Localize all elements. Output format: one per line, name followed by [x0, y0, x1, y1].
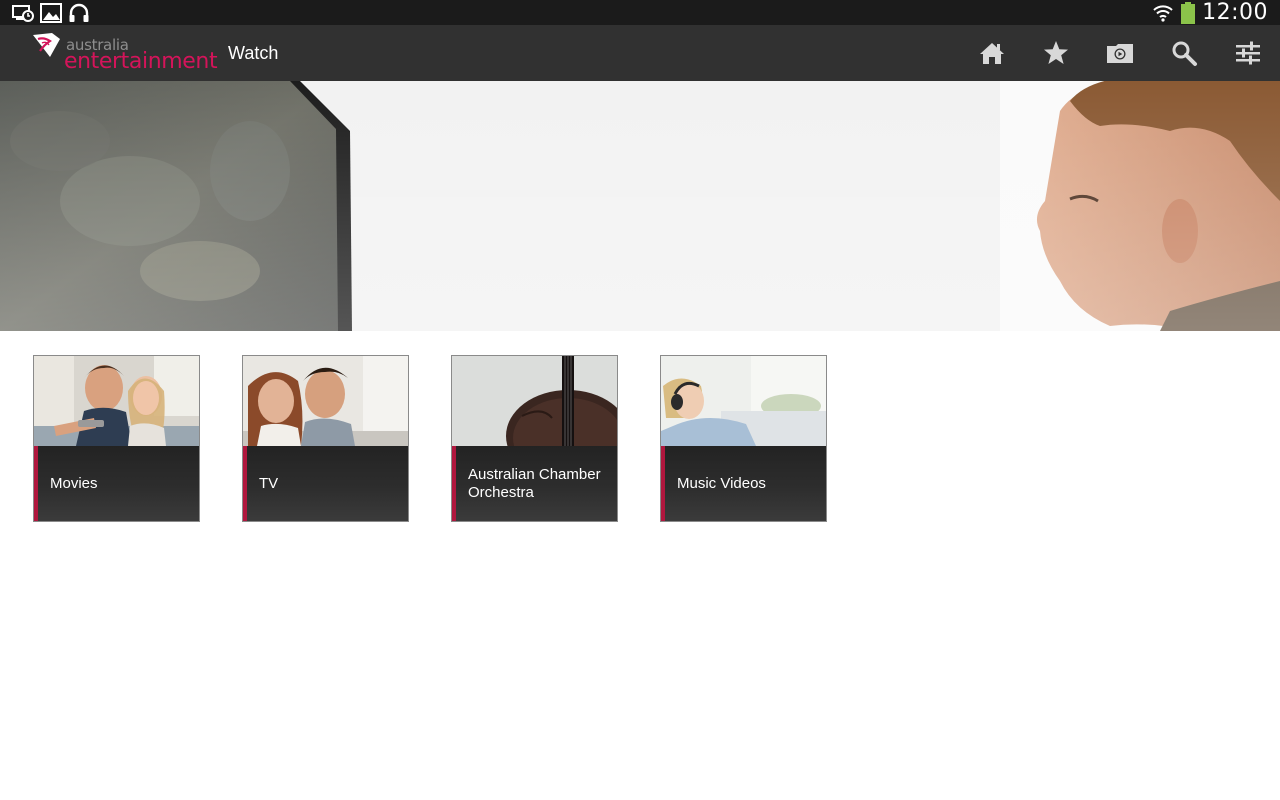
tile-title: Music Videos — [677, 474, 766, 492]
status-bar: 12:00 — [0, 0, 1280, 25]
tile-label-bar: TV — [243, 446, 408, 521]
cello-thumbnail — [452, 356, 617, 446]
home-button[interactable] — [968, 25, 1016, 81]
home-icon — [980, 43, 1004, 64]
favorites-button[interactable] — [1032, 25, 1080, 81]
movies-thumbnail — [34, 356, 199, 446]
gallery-icon — [40, 2, 62, 23]
brand-logo[interactable]: australia entertainment — [30, 31, 218, 77]
status-right-icons: 12:00 — [1152, 0, 1268, 25]
page-title: Watch — [228, 43, 279, 63]
action-bar: australia entertainment Watch — [0, 25, 1280, 81]
tile-title: Australian Chamber Orchestra — [468, 465, 601, 501]
tile-label-bar: Movies — [34, 446, 199, 521]
star-icon — [1044, 41, 1068, 64]
category-tile-australian-chamber-orchestra[interactable]: Australian Chamber Orchestra — [451, 355, 618, 522]
tile-image — [34, 356, 199, 446]
headphones-icon — [69, 3, 89, 22]
screen-timer-icon — [12, 4, 34, 22]
tv-thumbnail — [243, 356, 408, 446]
tile-image — [661, 356, 826, 446]
category-tile-tv[interactable]: TV — [242, 355, 409, 522]
tile-image — [452, 356, 617, 446]
tile-image — [243, 356, 408, 446]
category-tile-music-videos[interactable]: Music Videos — [660, 355, 827, 522]
settings-button[interactable] — [1224, 25, 1272, 81]
hero-banner — [0, 81, 1280, 331]
wifi-icon — [1153, 4, 1173, 22]
tile-title: TV — [259, 474, 279, 492]
tile-title: Movies — [50, 474, 98, 492]
virgin-logo-mark — [33, 33, 60, 57]
my-videos-button[interactable] — [1096, 25, 1144, 81]
status-left-icons — [12, 2, 90, 23]
logo-big-text: entertainment — [64, 49, 218, 74]
music-videos-thumbnail — [661, 356, 826, 446]
tile-label-bar: Australian Chamber Orchestra — [452, 446, 617, 521]
settings-sliders-icon — [1236, 41, 1260, 65]
hero-image — [0, 81, 1280, 331]
video-folder-icon — [1107, 44, 1133, 63]
battery-icon — [1181, 1, 1196, 24]
status-clock: 12:00 — [1202, 0, 1268, 25]
category-tile-movies[interactable]: Movies — [33, 355, 200, 522]
search-icon — [1172, 41, 1197, 66]
tile-label-bar: Music Videos — [661, 446, 826, 521]
search-button[interactable] — [1160, 25, 1208, 81]
